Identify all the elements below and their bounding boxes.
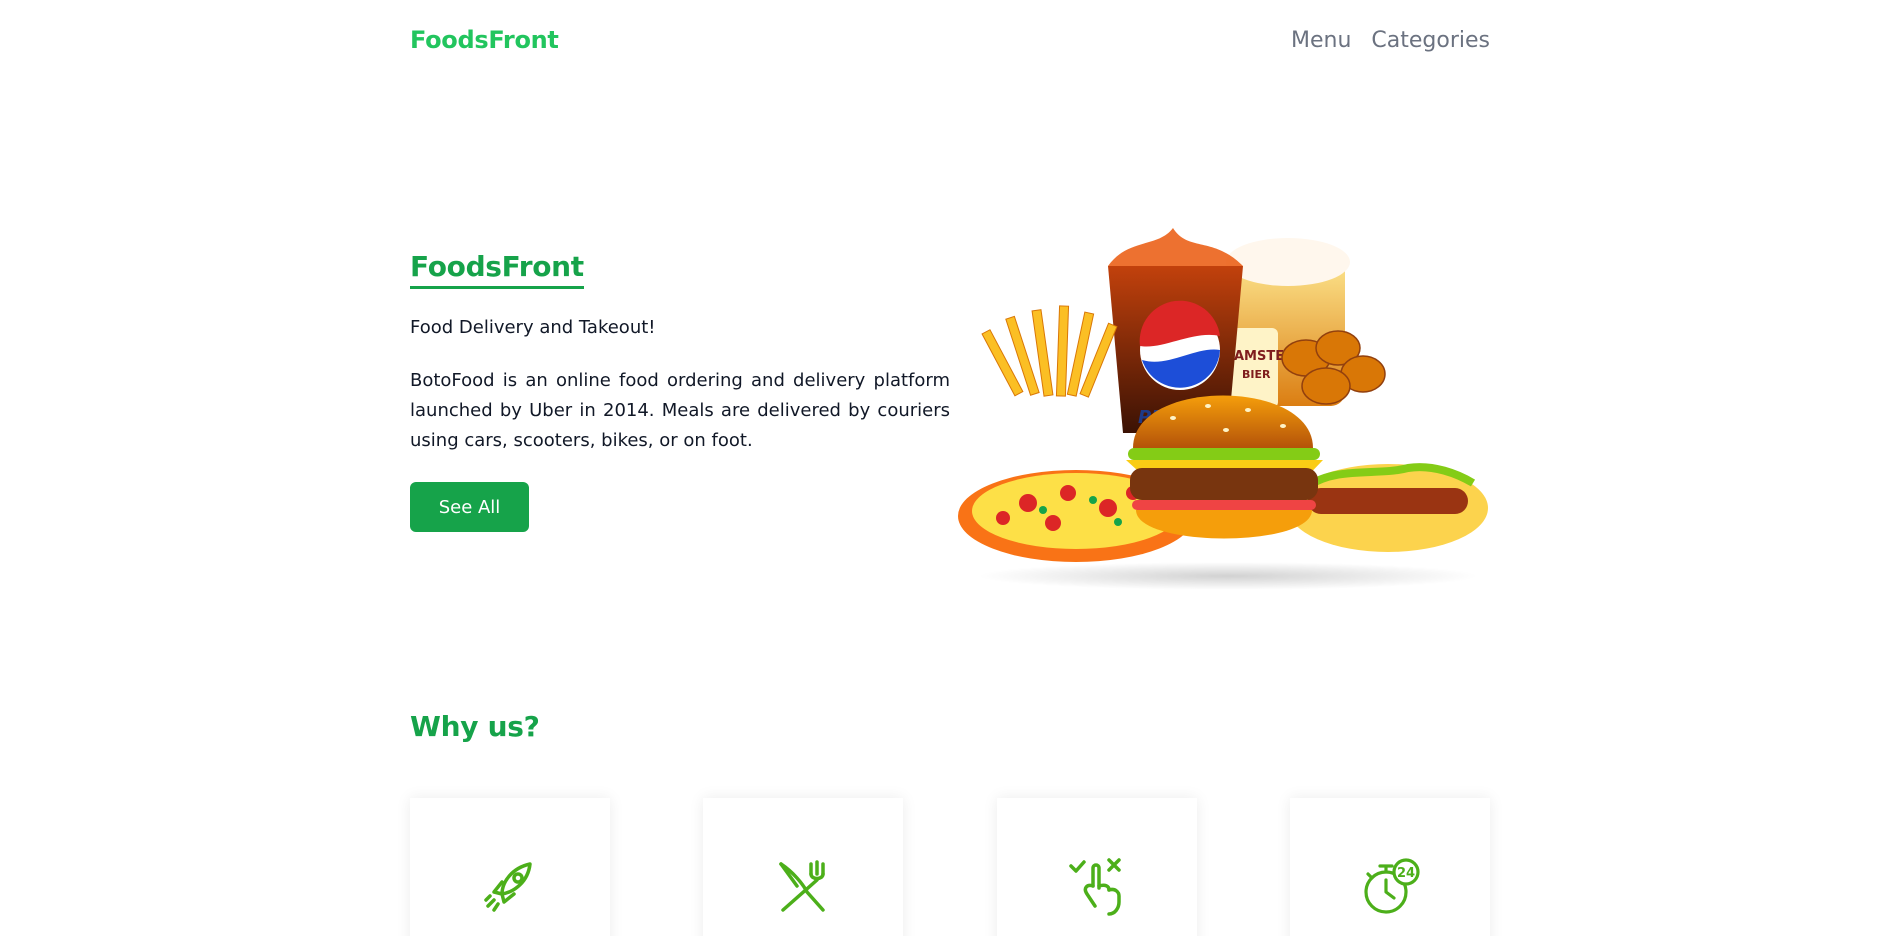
navbar: FoodsFront Menu Categories (410, 22, 1490, 58)
beer-label-subtext: BIER (1242, 368, 1271, 381)
brand-logo[interactable]: FoodsFront (410, 26, 559, 54)
feature-card-food (703, 798, 903, 936)
hero-description: BotoFood is an online food ordering and … (410, 370, 950, 451)
hero-title: FoodsFront (410, 250, 584, 289)
nav-links: Menu Categories (1291, 28, 1490, 53)
hero-food-image: AMSTEL BIER PEPSI (958, 228, 1488, 590)
clock-24-badge: 24 (1397, 866, 1415, 881)
rocket-icon (484, 862, 532, 912)
tap-choice-icon (1069, 858, 1121, 916)
feature-card-fast-delivery (410, 798, 610, 936)
clock-24-icon: 24 (1364, 858, 1420, 914)
hero-section: FoodsFront Food Delivery and Takeout! Bo… (410, 250, 950, 532)
nav-link-menu[interactable]: Menu (1291, 28, 1351, 53)
feature-card-24h: 24 (1290, 798, 1490, 936)
hero-subtitle: Food Delivery and Takeout! (410, 317, 656, 338)
fork-knife-icon (779, 860, 825, 912)
features-list: 24 (410, 798, 1490, 936)
why-us-title: Why us? (410, 710, 540, 743)
see-all-button[interactable]: See All (410, 482, 529, 532)
nav-link-categories[interactable]: Categories (1371, 28, 1490, 53)
feature-card-choice (997, 798, 1197, 936)
